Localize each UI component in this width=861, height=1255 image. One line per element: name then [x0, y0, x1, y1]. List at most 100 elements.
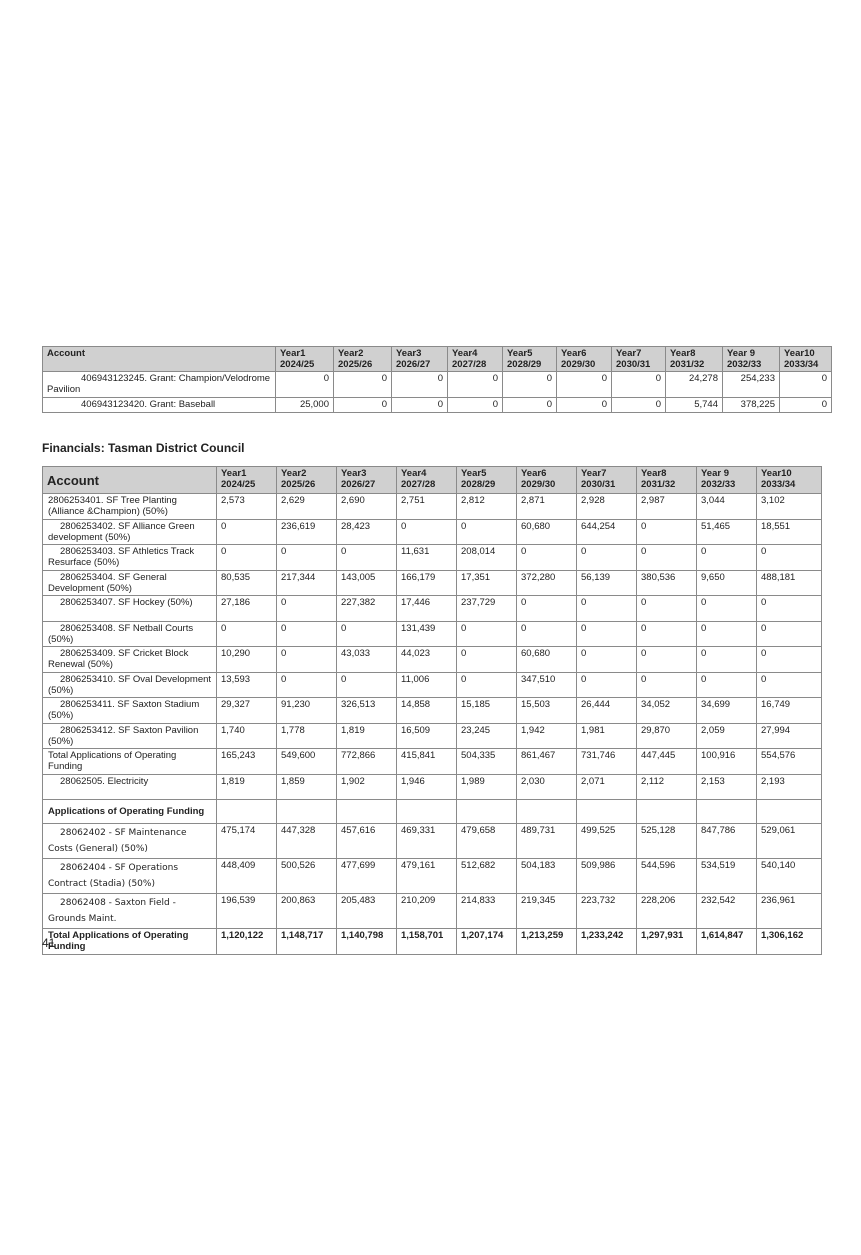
- value-cell: 16,749: [756, 697, 822, 724]
- value-cell: 0: [576, 671, 637, 698]
- value-cell: 51,465: [696, 518, 757, 545]
- value-cell: 415,841: [396, 748, 457, 775]
- table-row: 2806253404. SF General Development (50%)…: [42, 569, 822, 596]
- value-cell: 143,005: [336, 569, 397, 596]
- value-cell: 0: [391, 397, 448, 413]
- value-cell: 529,061: [756, 823, 822, 859]
- value-cell: 0: [576, 620, 637, 647]
- value-cell: 205,483: [336, 893, 397, 929]
- value-cell: 223,732: [576, 893, 637, 929]
- value-cell: 254,233: [722, 371, 780, 398]
- value-cell: 24,278: [665, 371, 723, 398]
- value-cell: 479,658: [456, 823, 517, 859]
- value-cell: 27,186: [216, 595, 277, 622]
- value-cell: 499,525: [576, 823, 637, 859]
- value-cell: 772,866: [336, 748, 397, 775]
- value-cell: 1,158,701: [396, 928, 457, 955]
- value-cell: 0: [516, 595, 577, 622]
- page-number: 41: [42, 936, 56, 950]
- account-cell: 28062402 - SF Maintenance Costs (General…: [42, 823, 217, 859]
- value-cell: [456, 799, 517, 824]
- value-cell: 1,942: [516, 722, 577, 749]
- value-cell: 10,290: [216, 646, 277, 673]
- table-row: 2806253407. SF Hockey (50%) 27,186 0 227,38…: [42, 595, 822, 622]
- value-cell: 1,207,174: [456, 928, 517, 955]
- value-cell: 2,112: [636, 773, 697, 800]
- value-cell: 17,351: [456, 569, 517, 596]
- table-row: Total Applications of Operating Funding 1…: [42, 748, 822, 775]
- account-cell: 2806253404. SF General Development (50%): [42, 569, 217, 596]
- value-cell: 1,148,717: [276, 928, 337, 955]
- value-cell: 0: [696, 595, 757, 622]
- value-cell: 18,551: [756, 518, 822, 545]
- value-cell: 509,986: [576, 858, 637, 894]
- value-cell: 372,280: [516, 569, 577, 596]
- column-header-year: Year6 2029/30: [556, 346, 612, 372]
- value-cell: 1,306,162: [756, 928, 822, 955]
- value-cell: 0: [756, 544, 822, 571]
- value-cell: 0: [696, 620, 757, 647]
- table-row: Applications of Operating Funding: [42, 799, 822, 824]
- value-cell: 0: [576, 544, 637, 571]
- value-cell: 0: [336, 671, 397, 698]
- table-row: Total Applications of Operating Funding 1…: [42, 928, 822, 955]
- table-row: 28062408 - Saxton Field - Grounds Maint.…: [42, 893, 822, 929]
- value-cell: 80,535: [216, 569, 277, 596]
- value-cell: 1,946: [396, 773, 457, 800]
- table-row: 2806253401. SF Tree Planting (Alliance &…: [42, 493, 822, 520]
- table-row: 2806253410. SF Oval Development (50%) 13,…: [42, 671, 822, 698]
- value-cell: 0: [333, 371, 392, 398]
- value-cell: 447,445: [636, 748, 697, 775]
- value-cell: 0: [756, 595, 822, 622]
- account-cell: 406943123420. Grant: Baseball: [42, 397, 276, 413]
- value-cell: 0: [276, 544, 337, 571]
- value-cell: 0: [276, 646, 337, 673]
- value-cell: 3,044: [696, 493, 757, 520]
- column-header-year: Year5 2028/29: [502, 346, 557, 372]
- account-cell: 406943123245. Grant: Champion/Velodrome …: [42, 371, 276, 398]
- value-cell: 0: [456, 671, 517, 698]
- value-cell: 60,680: [516, 646, 577, 673]
- value-cell: [336, 799, 397, 824]
- value-cell: 0: [696, 544, 757, 571]
- column-header-year: Year10 2033/34: [779, 346, 832, 372]
- value-cell: 0: [516, 620, 577, 647]
- value-cell: 14,858: [396, 697, 457, 724]
- value-cell: 378,225: [722, 397, 780, 413]
- value-cell: 2,928: [576, 493, 637, 520]
- value-cell: [636, 799, 697, 824]
- value-cell: 0: [516, 544, 577, 571]
- value-cell: 644,254: [576, 518, 637, 545]
- column-header-year: Year4 2027/28: [447, 346, 503, 372]
- value-cell: 0: [275, 371, 334, 398]
- value-cell: 0: [611, 371, 666, 398]
- value-cell: 0: [556, 397, 612, 413]
- table-header-row: Account Year1 2024/25 Year2 2025/26 Year3 2026…: [42, 466, 822, 494]
- value-cell: 1,819: [336, 722, 397, 749]
- value-cell: 166,179: [396, 569, 457, 596]
- value-cell: 525,128: [636, 823, 697, 859]
- value-cell: [696, 799, 757, 824]
- value-cell: 208,014: [456, 544, 517, 571]
- grants-table: Account Year1 2024/25 Year2 2025/26 Year3 2026…: [42, 346, 832, 413]
- value-cell: 237,729: [456, 595, 517, 622]
- value-cell: 0: [696, 671, 757, 698]
- column-header-year: Year6 2029/30: [516, 466, 577, 494]
- value-cell: 544,596: [636, 858, 697, 894]
- value-cell: 479,161: [396, 858, 457, 894]
- value-cell: 200,863: [276, 893, 337, 929]
- value-cell: 13,593: [216, 671, 277, 698]
- account-cell: 2806253402. SF Alliance Green developmen…: [42, 518, 217, 545]
- value-cell: 475,174: [216, 823, 277, 859]
- value-cell: 0: [456, 646, 517, 673]
- value-cell: 2,573: [216, 493, 277, 520]
- value-cell: 43,033: [336, 646, 397, 673]
- value-cell: 0: [456, 620, 517, 647]
- value-cell: 23,245: [456, 722, 517, 749]
- value-cell: 0: [756, 646, 822, 673]
- value-cell: 0: [636, 544, 697, 571]
- table-row: 28062402 - SF Maintenance Costs (General…: [42, 823, 822, 859]
- value-cell: 549,600: [276, 748, 337, 775]
- value-cell: 11,631: [396, 544, 457, 571]
- value-cell: 512,682: [456, 858, 517, 894]
